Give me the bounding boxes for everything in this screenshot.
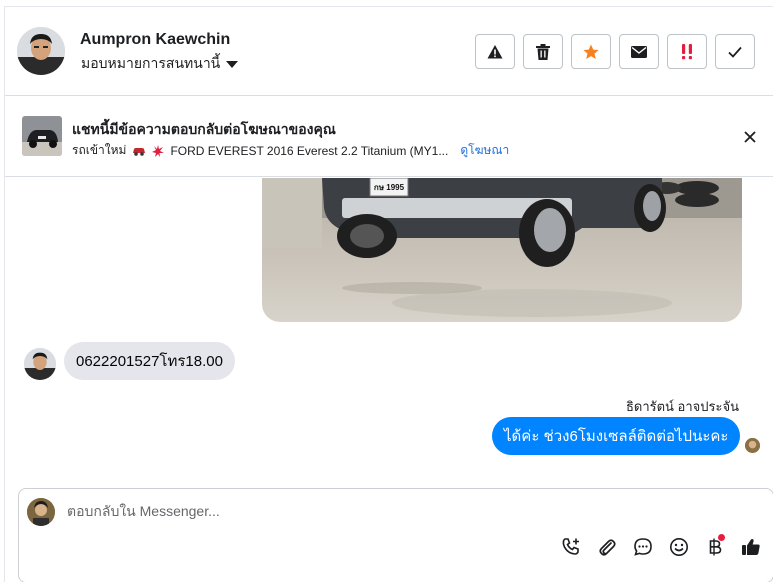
mark-done-button[interactable]	[715, 34, 755, 69]
shared-car-photo[interactable]: กษ 1995	[262, 178, 742, 322]
chat-bubble-icon	[634, 538, 652, 556]
assign-label: มอบหมายการสนทนานี้	[81, 55, 221, 71]
close-icon	[744, 131, 756, 143]
sender-avatar[interactable]	[24, 348, 56, 380]
incoming-message-bubble[interactable]: 0622201527โทร18.00	[64, 342, 235, 380]
license-plate-text: กษ 1995	[374, 183, 405, 192]
saved-replies-button[interactable]	[631, 535, 655, 559]
seen-indicator-avatar	[745, 438, 760, 453]
car-emoji-icon	[133, 147, 146, 156]
phone-plus-icon	[562, 538, 579, 555]
ad-banner-subtitle: รถเข้าใหม่ FORD EVEREST 2016 Everest 2.2…	[72, 141, 509, 160]
check-icon	[728, 46, 742, 58]
reply-input[interactable]	[67, 503, 667, 519]
composer-actions	[559, 534, 763, 559]
smiley-icon	[670, 538, 688, 556]
follow-up-button[interactable]	[667, 34, 707, 69]
ad-banner-title: แชทนี้มีข้อความตอบกลับต่อโฆษณาของคุณ	[72, 121, 336, 137]
double-exclamation-icon	[682, 43, 692, 59]
trash-icon	[536, 43, 550, 60]
close-banner-button[interactable]	[740, 127, 760, 147]
outgoing-sender-name: ธิดารัตน์ อาจประจัน	[625, 399, 739, 414]
add-call-button[interactable]	[559, 535, 583, 559]
ad-subtitle-prefix: รถเข้าใหม่	[72, 143, 127, 157]
emoji-button[interactable]	[667, 535, 691, 559]
star-button[interactable]	[571, 34, 611, 69]
conversation-toolbar	[475, 34, 755, 69]
collision-emoji-icon	[152, 144, 165, 157]
payment-button[interactable]	[703, 534, 727, 559]
thumbs-up-icon	[742, 538, 760, 555]
caret-down-icon	[226, 60, 239, 68]
outgoing-message-bubble[interactable]: ได้ค่ะ ช่วง6โมงเซลล์ติดต่อไปนะคะ	[492, 417, 741, 455]
notification-dot	[718, 534, 725, 541]
paperclip-icon	[599, 539, 616, 556]
ad-subtitle-text: FORD EVEREST 2016 Everest 2.2 Titanium (…	[170, 143, 449, 158]
page-avatar	[27, 498, 55, 526]
ad-thumbnail[interactable]	[22, 116, 62, 156]
message-composer	[18, 488, 773, 582]
view-ad-link[interactable]: ดูโฆษณา	[460, 141, 509, 160]
mark-spam-button[interactable]	[475, 34, 515, 69]
attach-file-button[interactable]	[595, 535, 619, 559]
delete-button[interactable]	[523, 34, 563, 69]
assign-conversation-dropdown[interactable]: มอบหมายการสนทนานี้	[81, 53, 239, 75]
conversation-header: Aumpron Kaewchin มอบหมายการสนทนานี้	[5, 7, 773, 96]
ad-reply-banner: แชทนี้มีข้อความตอบกลับต่อโฆษณาของคุณ รถเ…	[5, 97, 773, 177]
star-icon	[583, 44, 599, 59]
send-like-button[interactable]	[739, 535, 763, 559]
alert-icon	[487, 44, 503, 58]
contact-avatar[interactable]	[17, 27, 65, 75]
mail-icon	[631, 45, 647, 58]
contact-name[interactable]: Aumpron Kaewchin	[80, 31, 230, 49]
conversation-panel: Aumpron Kaewchin มอบหมายการสนทนานี้ แชทน…	[4, 6, 773, 582]
mark-unread-button[interactable]	[619, 34, 659, 69]
